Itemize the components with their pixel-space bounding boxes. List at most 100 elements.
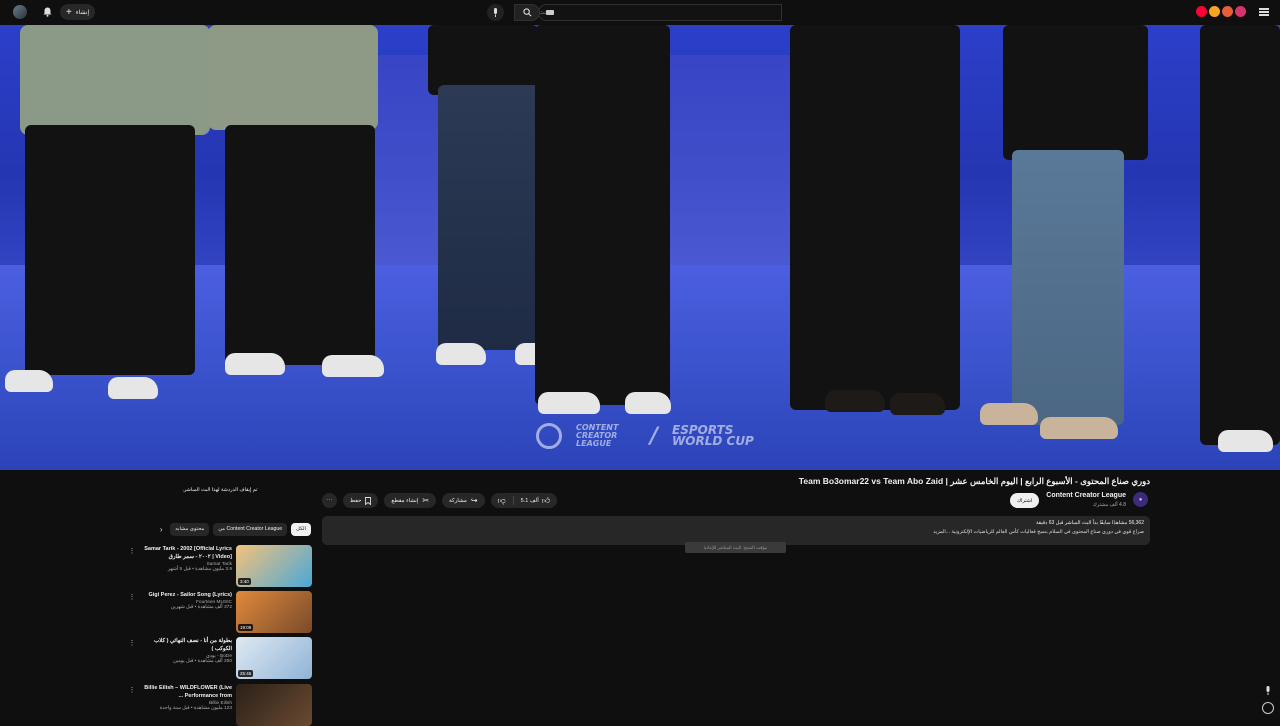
video-scene-figure (790, 25, 960, 410)
more-vertical-icon[interactable]: ⋮ (128, 686, 136, 694)
video-scene-figure (1200, 25, 1280, 445)
more-vertical-icon[interactable]: ⋮ (128, 639, 136, 647)
voice-search-button[interactable] (487, 4, 504, 21)
video-thumbnail[interactable]: 25:46 (236, 637, 312, 679)
save-button[interactable]: حفظ (343, 493, 379, 508)
video-scene-figure (225, 125, 375, 365)
subscribe-button[interactable]: اشتراك (1010, 493, 1039, 508)
scissors-icon: ✂ (422, 496, 430, 505)
recommendation-title[interactable]: بطولة من أنا - نصف النهائي ( كلاب الكوكب… (136, 637, 232, 653)
video-scene-figure (225, 353, 285, 375)
recommendation-item[interactable]: 19:09 Gigi Perez - Sailor Song (Lyrics) … (128, 591, 312, 633)
search-input[interactable]: بحث (538, 4, 782, 21)
save-label: حفظ (350, 497, 362, 504)
chip-all[interactable]: الكل (291, 522, 311, 536)
more-vertical-icon[interactable]: ⋮ (128, 547, 136, 555)
logo-doodle-icon (1209, 6, 1220, 17)
duration-badge: 25:46 (238, 670, 254, 677)
video-scene-figure (1218, 430, 1273, 452)
search-icon (522, 8, 531, 17)
video-scene-figure (1040, 417, 1118, 439)
video-thumbnail[interactable]: 19:09 (236, 591, 312, 633)
video-scene-figure (208, 25, 378, 130)
recommendation-info: Gigi Perez - Sailor Song (Lyrics) Fourte… (136, 591, 232, 610)
recommendation-item[interactable]: 3:40 Samar Tarik - 2002 [Official Lyrics… (128, 545, 312, 587)
voice-button[interactable] (1262, 684, 1274, 696)
recommendation-title[interactable]: Samar Tarik - 2002 [Official Lyrics Vide… (136, 545, 232, 561)
recommendation-meta: 3.9 مليون مشاهدة • قبل 5 أشهر (167, 567, 232, 572)
video-scene-figure (5, 370, 53, 392)
chip-related[interactable]: محتوى مشابه (170, 522, 210, 536)
create-label: إنشاء (75, 9, 90, 16)
video-scene-figure (438, 85, 540, 350)
notifications-button[interactable] (40, 5, 54, 19)
dislike-button[interactable]: 👎︎ (491, 493, 513, 508)
clip-label: إنشاء مقطع (391, 497, 419, 504)
tooltip: مؤقت النسخ: البث المباشر للإعادة (685, 542, 786, 553)
video-scene-figure (1012, 150, 1124, 425)
thumbs-down-icon: 👎︎ (497, 495, 506, 505)
create-button[interactable]: + إنشاء (60, 4, 96, 20)
chat-disabled-message: تم إيقاف الدردشة لهذا البث المباشر. (182, 487, 258, 493)
more-actions-button[interactable]: ⋯ (322, 493, 337, 508)
chevron-right-icon[interactable]: › (156, 523, 166, 536)
bookmark-icon (365, 496, 372, 505)
video-scene-figure (108, 377, 158, 399)
subscriber-count: 4.8 ألف مشترك (1092, 502, 1126, 508)
video-scene-figure (890, 393, 945, 415)
description-stats: 56,362 مشاهدًا سابقًا بدأ البث المباشر ق… (1036, 520, 1144, 526)
search-button[interactable] (514, 4, 540, 21)
video-scene-figure (538, 392, 600, 414)
like-count: 5.1 ألف (520, 497, 539, 504)
share-icon: ↪ (470, 496, 478, 505)
video-scene-figure (980, 403, 1038, 425)
menu-icon[interactable] (1256, 3, 1272, 21)
recommendation-meta: 123 مليون مشاهدة • قبل سنة واحدة (159, 706, 232, 711)
recommendation-item[interactable]: 25:46 بطولة من أنا - نصف النهائي ( كلاب … (128, 637, 312, 679)
like-button[interactable]: 5.1 ألف 👍︎ (514, 493, 557, 508)
logo-doodle-icon (1235, 6, 1246, 17)
watermark-slash: / (650, 423, 659, 449)
like-dislike-group: 👎︎ 5.1 ألف 👍︎ (490, 493, 558, 508)
location-target-icon[interactable] (1262, 702, 1274, 714)
video-title: دوري صناع المحتوى - الأسبوع الرابع | الي… (798, 476, 1150, 486)
chip-from-channel[interactable]: من Content Creator League (213, 522, 288, 536)
video-player[interactable]: CONTENT CREATOR LEAGUE / ESPORTS WORLD C… (0, 25, 1280, 470)
thumbs-up-icon: 👍︎ (541, 495, 551, 505)
recommendation-meta: 250 ألف مشاهدة • قبل يومين (173, 659, 232, 664)
microphone-icon (494, 8, 497, 17)
filter-chips: الكل من Content Creator League محتوى مشا… (134, 522, 311, 536)
video-scene-figure (436, 343, 486, 365)
plus-icon: + (66, 6, 72, 18)
more-horizontal-icon: ⋯ (326, 497, 333, 504)
account-avatar[interactable] (13, 5, 27, 19)
channel-avatar[interactable]: ● (1133, 492, 1148, 507)
watermark-text-league: CONTENT CREATOR LEAGUE (576, 423, 619, 448)
duration-badge: 19:09 (238, 624, 254, 631)
clip-button[interactable]: إنشاء مقطع ✂ (384, 493, 437, 508)
video-scene-figure (25, 125, 195, 375)
description-box[interactable]: 56,362 مشاهدًا سابقًا بدأ البث المباشر ق… (322, 516, 1150, 545)
video-watermark: CONTENT CREATOR LEAGUE / ESPORTS WORLD C… (536, 423, 772, 449)
bell-icon (43, 7, 51, 17)
logo[interactable] (1196, 6, 1246, 18)
recommendation-info: Samar Tarik - 2002 [Official Lyrics Vide… (136, 545, 232, 572)
video-scene-figure (535, 25, 670, 405)
channel-name[interactable]: Content Creator League (1046, 492, 1126, 499)
video-scene-figure (20, 25, 210, 135)
video-scene-figure (322, 355, 384, 377)
video-thumbnail[interactable]: 3:40 (236, 545, 312, 587)
share-button[interactable]: مشاركة ↪ (442, 493, 485, 508)
recommendation-title[interactable]: Gigi Perez - Sailor Song (Lyrics) (136, 591, 232, 599)
top-bar: بحث + إنشاء (0, 0, 1280, 25)
recommendation-meta: 372 ألف مشاهدة • قبل شهرين (170, 605, 232, 610)
logo-doodle-icon (1222, 6, 1233, 17)
recommendation-title[interactable]: Billie Eilish – WILDFLOWER (Live Perform… (136, 684, 232, 700)
share-label: مشاركة (449, 497, 467, 504)
duration-badge: 3:40 (238, 578, 251, 585)
league-logo-icon (536, 423, 562, 449)
more-vertical-icon[interactable]: ⋮ (128, 593, 136, 601)
keyboard-icon[interactable] (546, 10, 554, 15)
youtube-logo-icon (1196, 6, 1207, 17)
recommendation-info: Billie Eilish – WILDFLOWER (Live Perform… (136, 684, 232, 711)
